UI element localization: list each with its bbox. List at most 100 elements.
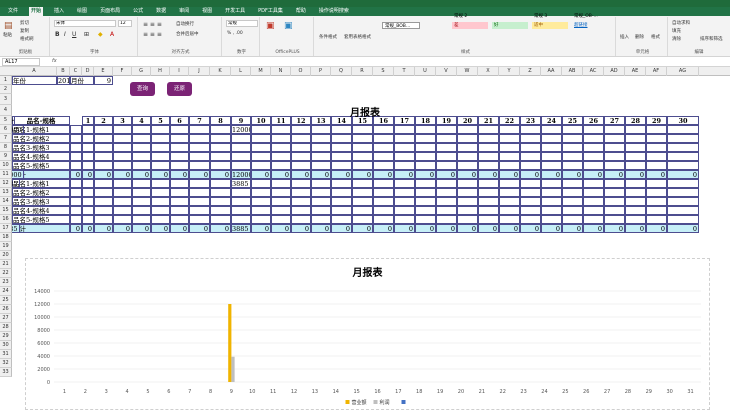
sales-day-cell[interactable] <box>352 134 373 143</box>
profit-day-cell[interactable] <box>667 179 699 188</box>
year-value-cell[interactable]: 2018 <box>57 76 70 85</box>
profit-day-cell[interactable] <box>541 197 562 206</box>
copy-button[interactable]: 复制 <box>20 28 29 34</box>
column-header-A[interactable]: A <box>12 67 57 76</box>
sales-day-cell[interactable] <box>541 161 562 170</box>
profit-day-cell[interactable] <box>94 197 113 206</box>
sales-day-cell[interactable] <box>251 161 271 170</box>
font-name-select[interactable]: 宋体 <box>54 20 116 27</box>
sales-day-cell[interactable] <box>189 125 210 134</box>
sales-day9-cell[interactable] <box>231 134 251 143</box>
profit-day-cell[interactable] <box>132 215 151 224</box>
sales-day-cell[interactable] <box>541 152 562 161</box>
sales-day-cell[interactable] <box>436 134 457 143</box>
sales-spacer[interactable] <box>70 125 82 134</box>
year-label-cell[interactable]: 年份 <box>12 76 57 85</box>
sales-sum-day[interactable]: 0 <box>94 170 113 179</box>
profit-spacer[interactable] <box>70 197 82 206</box>
sales-day-cell[interactable] <box>499 152 520 161</box>
profit-day-cell[interactable] <box>457 215 478 224</box>
border-icon[interactable]: ⊞ <box>84 31 89 38</box>
profit-day-cell[interactable] <box>251 188 271 197</box>
ribbon-tab-2[interactable]: 插入 <box>52 7 66 16</box>
profit-day-cell[interactable] <box>541 206 562 215</box>
column-header-G[interactable]: G <box>132 67 151 76</box>
row-header-4[interactable]: 4 <box>0 105 12 116</box>
sales-day-cell[interactable] <box>271 161 291 170</box>
column-header-Z[interactable]: Z <box>520 67 541 76</box>
sales-day-cell[interactable] <box>373 143 394 152</box>
profit-sum-day[interactable]: 0 <box>94 224 113 233</box>
row-header-13[interactable]: 13 <box>0 188 12 197</box>
profit-day-cell[interactable] <box>373 215 394 224</box>
profit-day-cell[interactable] <box>520 188 541 197</box>
profit-spacer[interactable] <box>70 179 82 188</box>
sales-day-cell[interactable] <box>151 134 170 143</box>
paste-button[interactable]: 粘贴 <box>3 32 12 38</box>
profit-sum-day[interactable]: 0 <box>667 224 699 233</box>
profit-day-cell[interactable] <box>331 206 352 215</box>
row-header-21[interactable]: 21 <box>0 260 12 269</box>
sales-day-cell[interactable] <box>170 125 189 134</box>
sales-day-cell[interactable] <box>94 161 113 170</box>
profit-day-cell[interactable] <box>499 197 520 206</box>
sales-day-cell[interactable] <box>667 125 699 134</box>
sales-day-cell[interactable] <box>132 134 151 143</box>
sales-sum-day[interactable]: 0 <box>82 170 94 179</box>
row-header-25[interactable]: 25 <box>0 296 12 305</box>
profit-sum-day[interactable]: 0 <box>520 224 541 233</box>
profit-day-cell[interactable] <box>520 215 541 224</box>
profit-sum-day[interactable]: 0 <box>82 224 94 233</box>
sales-day-cell[interactable] <box>373 161 394 170</box>
sales-day-cell[interactable] <box>251 143 271 152</box>
sales-day-cell[interactable] <box>415 161 436 170</box>
row-header-6[interactable]: 6 <box>0 125 12 134</box>
profit-spacer[interactable] <box>70 206 82 215</box>
sales-day9-cell[interactable] <box>231 152 251 161</box>
profit-day-cell[interactable] <box>291 197 311 206</box>
worksheet[interactable]: A B C D E F G H I J K L M N O P Q R S T U V W X Y Z AA AB AC AD AE AF AG… <box>0 67 730 410</box>
sales-day-cell[interactable] <box>457 125 478 134</box>
sales-day-cell[interactable] <box>271 143 291 152</box>
profit-day-cell[interactable] <box>291 188 311 197</box>
sales-day-cell[interactable] <box>499 125 520 134</box>
sales-day-cell[interactable] <box>151 143 170 152</box>
profit-day-cell[interactable] <box>271 215 291 224</box>
profit-day9-cell[interactable] <box>231 197 251 206</box>
row-header-22[interactable]: 22 <box>0 269 12 278</box>
profit-day-cell[interactable] <box>170 179 189 188</box>
profit-day-cell[interactable] <box>170 197 189 206</box>
format-painter-button[interactable]: 格式刷 <box>20 36 34 42</box>
sales-day-cell[interactable] <box>478 134 499 143</box>
profit-day-cell[interactable] <box>113 197 132 206</box>
row-header-9[interactable]: 9 <box>0 152 12 161</box>
sales-day-cell[interactable] <box>189 161 210 170</box>
sales-sum-day[interactable]: 0 <box>170 170 189 179</box>
percent-icon[interactable]: % , .00 <box>227 31 243 36</box>
profit-day-cell[interactable] <box>132 197 151 206</box>
sales-day-cell[interactable] <box>394 152 415 161</box>
profit-day-cell[interactable] <box>478 197 499 206</box>
profit-day-cell[interactable] <box>373 179 394 188</box>
sales-sum-day[interactable]: 0 <box>132 170 151 179</box>
reset-button[interactable]: 还原 <box>167 82 192 96</box>
profit-day-cell[interactable] <box>82 197 94 206</box>
style-normal-ob[interactable]: 常规_OB-... <box>572 13 610 20</box>
profit-day-cell[interactable] <box>331 179 352 188</box>
profit-day9-cell[interactable] <box>231 206 251 215</box>
column-header-J[interactable]: J <box>189 67 210 76</box>
profit-day-cell[interactable] <box>562 179 583 188</box>
sales-day-cell[interactable] <box>189 143 210 152</box>
sales-day-cell[interactable] <box>132 143 151 152</box>
profit-day-cell[interactable] <box>82 188 94 197</box>
profit-day-cell[interactable] <box>499 215 520 224</box>
style-hyperlink[interactable]: 超链接 <box>572 22 610 29</box>
sales-day-cell[interactable] <box>291 152 311 161</box>
sales-day-cell[interactable] <box>170 152 189 161</box>
row-header-33[interactable]: 33 <box>0 368 12 377</box>
row-header-11[interactable]: 11 <box>0 170 12 179</box>
sales-day-cell[interactable] <box>94 125 113 134</box>
sales-spacer[interactable] <box>70 152 82 161</box>
sales-day-cell[interactable] <box>82 161 94 170</box>
column-header-R[interactable]: R <box>352 67 373 76</box>
